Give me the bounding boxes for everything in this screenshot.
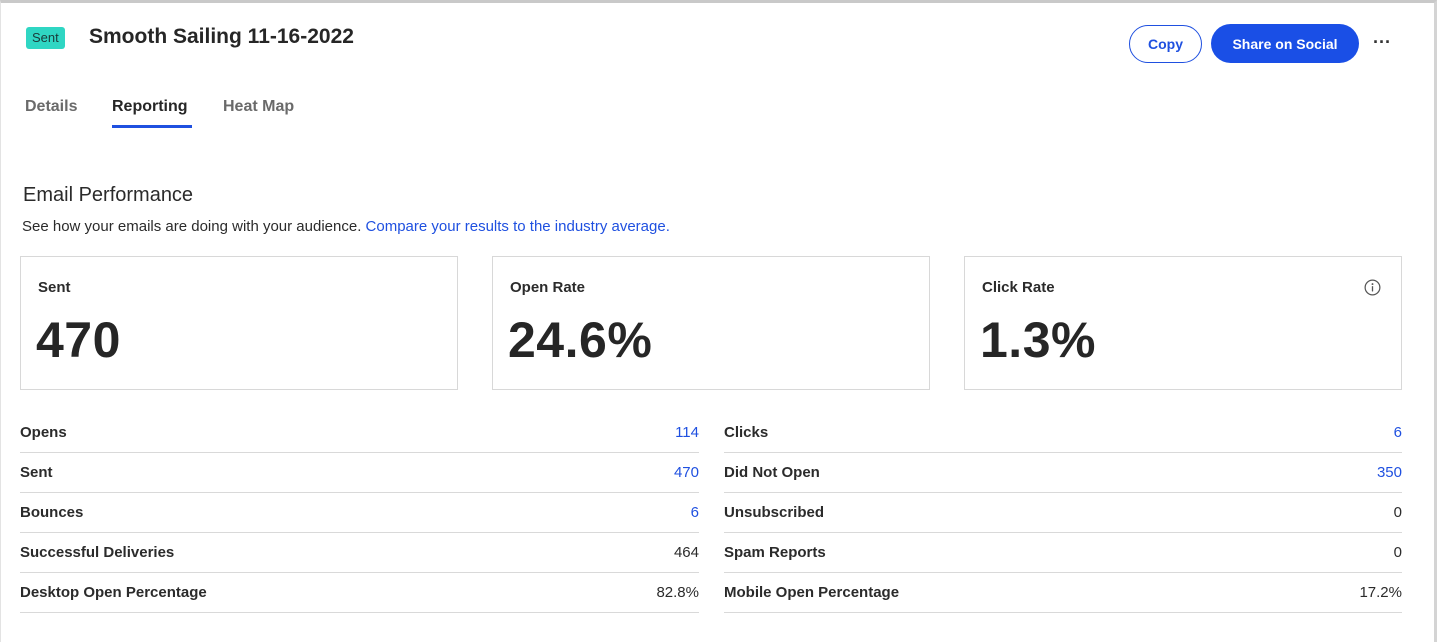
- metric-label: Bounces: [20, 504, 84, 521]
- more-options-icon[interactable]: ···: [1371, 29, 1393, 55]
- info-icon[interactable]: [1364, 279, 1381, 296]
- metric-value-link[interactable]: 470: [674, 464, 699, 481]
- card-value: 470: [36, 312, 121, 368]
- metric-label: Successful Deliveries: [20, 544, 175, 561]
- metric-label: Desktop Open Percentage: [20, 584, 207, 601]
- active-tab-indicator: [112, 125, 192, 128]
- metric-row-spam-reports: Spam Reports 0: [724, 533, 1402, 573]
- metric-row-bounces: Bounces 6: [20, 493, 699, 533]
- metric-value-link[interactable]: 114: [675, 424, 699, 441]
- share-on-social-button[interactable]: Share on Social: [1211, 24, 1359, 63]
- card-label: Click Rate: [982, 279, 1055, 296]
- status-badge: Sent: [26, 27, 65, 49]
- metric-row-sent: Sent 470: [20, 453, 699, 493]
- tab-details[interactable]: Details: [25, 98, 77, 116]
- metric-label: Opens: [20, 424, 67, 441]
- card-label: Sent: [38, 279, 71, 296]
- tab-heat-map[interactable]: Heat Map: [223, 98, 294, 116]
- copy-button[interactable]: Copy: [1129, 25, 1202, 63]
- metric-row-clicks: Clicks 6: [724, 413, 1402, 453]
- card-label: Open Rate: [510, 279, 586, 296]
- section-subtitle: See how your emails are doing with your …: [22, 218, 670, 235]
- campaign-title: Smooth Sailing 11-16-2022: [89, 25, 354, 48]
- metric-value: 464: [673, 544, 699, 561]
- metric-label: Unsubscribed: [724, 504, 825, 521]
- metric-value-link[interactable]: 6: [1394, 424, 1402, 441]
- metric-row-did-not-open: Did Not Open 350: [724, 453, 1402, 493]
- metric-value-link[interactable]: 6: [691, 504, 699, 521]
- metric-value: 0: [1393, 544, 1402, 561]
- sent-card: Sent 470: [20, 256, 458, 390]
- metric-row-desktop-open-percentage: Desktop Open Percentage 82.8%: [20, 573, 699, 613]
- industry-average-link[interactable]: Compare your results to the industry ave…: [366, 218, 670, 235]
- metric-label: Did Not Open: [724, 464, 820, 481]
- metric-row-opens: Opens 114: [20, 413, 699, 453]
- metric-value: 17.2%: [1359, 584, 1402, 601]
- open-rate-card: Open Rate 24.6%: [492, 256, 930, 390]
- section-title: Email Performance: [23, 184, 194, 206]
- metric-row-successful-deliveries: Successful Deliveries 464: [20, 533, 699, 573]
- tab-reporting[interactable]: Reporting: [112, 98, 188, 116]
- metric-row-mobile-open-percentage: Mobile Open Percentage 17.2%: [724, 573, 1402, 613]
- campaign-report-panel: Sent Smooth Sailing 11-16-2022 Copy Shar…: [0, 0, 1437, 642]
- metric-value: 82.8%: [656, 584, 699, 601]
- metric-value-link[interactable]: 350: [1377, 464, 1402, 481]
- metric-label: Sent: [20, 464, 53, 481]
- section-subtitle-text: See how your emails are doing with your …: [22, 218, 362, 235]
- metric-label: Mobile Open Percentage: [724, 584, 900, 601]
- card-value: 1.3%: [980, 312, 1096, 368]
- metric-row-unsubscribed: Unsubscribed 0: [724, 493, 1402, 533]
- metric-value: 0: [1393, 504, 1402, 521]
- metric-label: Spam Reports: [724, 544, 826, 561]
- click-rate-card: Click Rate 1.3%: [964, 256, 1402, 390]
- metric-label: Clicks: [724, 424, 769, 441]
- card-value: 24.6%: [508, 312, 653, 368]
